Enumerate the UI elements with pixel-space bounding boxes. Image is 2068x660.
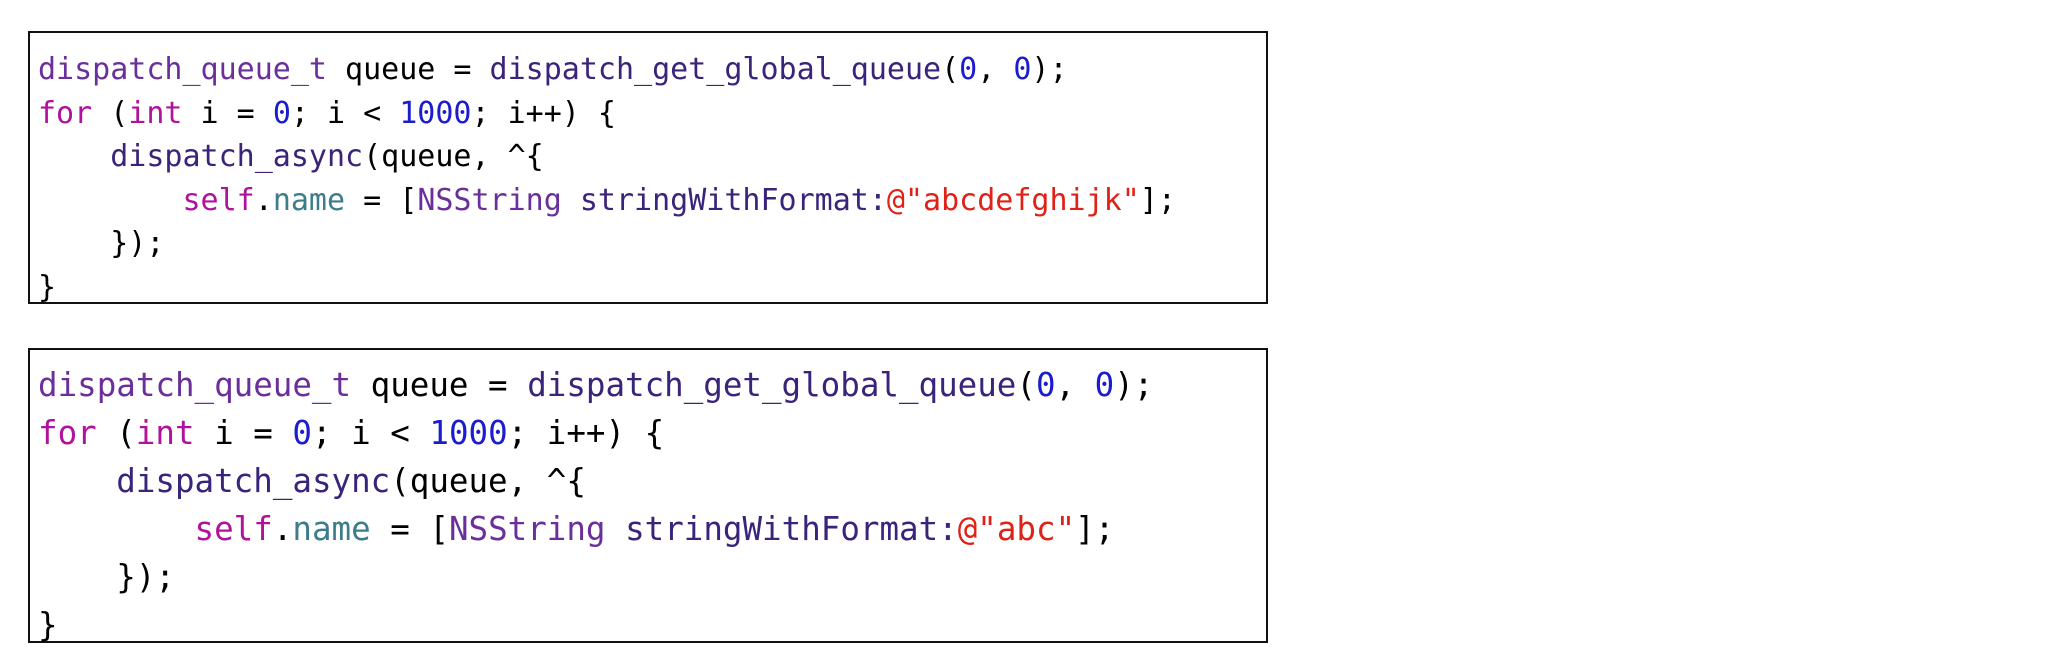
code-token-number: 0	[1013, 52, 1032, 87]
code-token-method: dispatch_async	[110, 139, 364, 174]
code-token-plain: (	[941, 52, 960, 87]
code-token-method: dispatch_get_global_queue	[489, 52, 942, 87]
code-token-property: name	[292, 510, 371, 548]
code-line: dispatch_queue_t queue = dispatch_get_gl…	[38, 48, 1266, 92]
code-token-plain: ,	[977, 52, 1014, 87]
code-token-plain: });	[38, 558, 175, 596]
code-token-number: 0	[959, 52, 978, 87]
code-line: self.name = [NSString stringWithFormat:@…	[38, 505, 1266, 553]
code-token-number: 0	[272, 95, 291, 131]
code-token-plain: ; i <	[311, 414, 430, 452]
code-token-plain: = [	[370, 510, 449, 548]
code-token-keyword: for	[38, 414, 97, 452]
code-token-method: stringWithFormat:	[625, 510, 958, 548]
code-token-number: 1000	[429, 414, 508, 452]
code-token-string: @"abc"	[957, 510, 1076, 548]
code-line: dispatch_queue_t queue = dispatch_get_gl…	[38, 361, 1266, 409]
code-line: for (int i = 0; i < 1000; i++) {	[38, 409, 1266, 457]
code-line: });	[38, 553, 1266, 601]
code-token-keyword: self	[182, 182, 255, 218]
code-token-plain: );	[1114, 366, 1154, 404]
code-token-plain: ,	[1055, 366, 1095, 404]
code-line: }	[38, 601, 1266, 649]
code-token-plain: .	[254, 182, 273, 218]
code-token-number: 0	[1094, 366, 1115, 404]
code-line: dispatch_async(queue, ^{	[38, 457, 1266, 505]
code-token-plain: ];	[1075, 510, 1115, 548]
code-token-plain: ];	[1139, 182, 1176, 218]
code-token-keyword: self	[194, 510, 273, 548]
code-token-plain: }	[38, 606, 58, 644]
code-token-plain: queue =	[351, 366, 528, 404]
code-snippet-2: dispatch_queue_t queue = dispatch_get_gl…	[28, 348, 1268, 644]
code-token-keyword: int	[135, 414, 195, 452]
code-token-keyword: int	[128, 95, 183, 131]
code-token-type: dispatch_queue_t	[38, 366, 352, 404]
code-token-number: 0	[292, 414, 312, 452]
code-token-string: @"abcdefghijk"	[886, 182, 1140, 218]
code-token-keyword: for	[38, 95, 93, 131]
code-token-plain: (	[1016, 366, 1036, 404]
code-token-plain: (	[92, 95, 129, 131]
code-token-class: NSString	[448, 510, 606, 548]
code-line: });	[38, 222, 1266, 266]
code-token-plain: (	[96, 414, 136, 452]
code-token-method: stringWithFormat:	[579, 182, 887, 218]
code-token-plain: }	[38, 269, 57, 305]
code-token-number: 0	[1035, 366, 1056, 404]
code-token-plain: ; i++) {	[507, 414, 665, 452]
code-token-method: dispatch_get_global_queue	[527, 366, 1017, 404]
code-line: for (int i = 0; i < 1000; i++) {	[38, 92, 1266, 136]
code-line: dispatch_async(queue, ^{	[38, 135, 1266, 179]
code-line: }	[38, 266, 1266, 310]
code-token-class: NSString	[417, 182, 562, 218]
code-token-plain: );	[1031, 52, 1068, 87]
code-token-plain: = [	[345, 182, 418, 218]
code-token-plain: (queue, ^{	[363, 139, 544, 174]
code-token-plain: i =	[182, 95, 273, 131]
code-token-plain: ; i++) {	[471, 95, 617, 131]
code-token-plain: });	[38, 226, 165, 261]
code-token-plain: i =	[194, 414, 293, 452]
code-token-plain: (queue, ^{	[390, 462, 586, 500]
code-line: self.name = [NSString stringWithFormat:@…	[38, 179, 1266, 223]
code-token-plain: ; i <	[290, 95, 400, 131]
code-snippet-1: dispatch_queue_t queue = dispatch_get_gl…	[28, 31, 1268, 305]
code-token-property: name	[272, 182, 346, 218]
code-token-method: dispatch_async	[116, 462, 391, 500]
code-token-plain: .	[272, 510, 293, 548]
code-token-plain: queue =	[326, 52, 490, 87]
code-token-number: 1000	[399, 95, 472, 131]
code-token-type: dispatch_queue_t	[38, 52, 327, 87]
